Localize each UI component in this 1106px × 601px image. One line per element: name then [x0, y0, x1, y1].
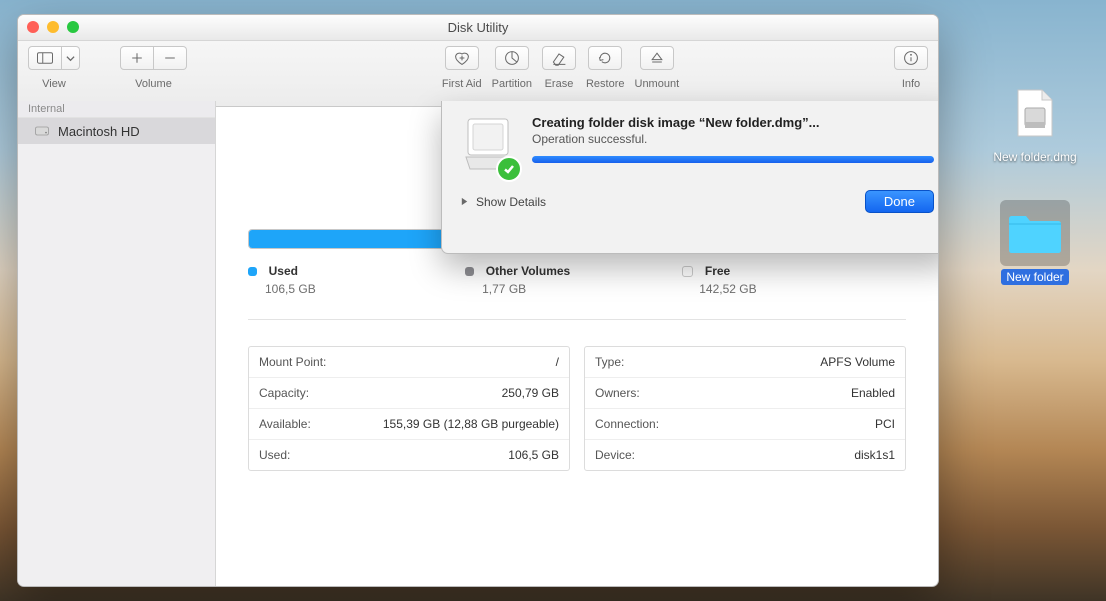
partition-icon [503, 50, 521, 66]
info-key: Type: [595, 355, 624, 369]
window-title: Disk Utility [448, 20, 509, 35]
toolbar-info-label: Info [902, 78, 920, 90]
drive-illustration [460, 115, 516, 176]
main-panel: 250,79 GB SHARED BY 4 VOLUMES Used 106,5… [216, 101, 938, 586]
toolbar-unmount-label: Unmount [635, 78, 680, 90]
sheet-title: Creating folder disk image “New folder.d… [532, 115, 934, 130]
sidebar-section-internal: Internal [18, 101, 215, 118]
internal-disk-icon [34, 123, 50, 139]
toolbar-first-aid-label: First Aid [442, 78, 482, 90]
volume-remove-button[interactable] [154, 46, 187, 70]
desktop-item-folder[interactable]: New folder [990, 200, 1080, 284]
info-button[interactable] [894, 46, 928, 70]
toolbar-partition-label: Partition [492, 78, 532, 90]
sidebar: Internal Macintosh HD [18, 101, 216, 586]
divider [248, 319, 906, 320]
info-table-right: Type: APFS Volume Owners: Enabled Connecti… [584, 346, 906, 471]
sheet-subtitle: Operation successful. [532, 132, 934, 146]
toolbar-erase-label: Erase [545, 78, 574, 90]
legend-used-value: 106,5 GB [265, 282, 465, 296]
progress-sheet: Creating folder disk image “New folder.d… [441, 101, 939, 254]
info-key: Connection: [595, 417, 659, 431]
info-val: disk1s1 [854, 448, 895, 462]
info-table-left: Mount Point: / Capacity: 250,79 GB Availab… [248, 346, 570, 471]
info-key: Capacity: [259, 386, 309, 400]
erase-icon [550, 50, 568, 66]
chevron-down-icon [66, 54, 75, 63]
legend-dot-other [465, 267, 474, 276]
unmount-button[interactable] [640, 46, 674, 70]
info-val: Enabled [851, 386, 895, 400]
info-val: PCI [875, 417, 895, 431]
volume-add-button[interactable] [120, 46, 154, 70]
partition-button[interactable] [495, 46, 529, 70]
info-icon [902, 50, 920, 66]
info-key: Mount Point: [259, 355, 326, 369]
toolbar-view-label: View [42, 78, 66, 90]
desktop-item-folder-label: New folder [1001, 269, 1068, 285]
restore-button[interactable] [588, 46, 622, 70]
eject-icon [648, 50, 666, 66]
sidebar-item-macintosh-hd[interactable]: Macintosh HD [18, 118, 215, 144]
window-zoom-button[interactable] [67, 21, 79, 33]
erase-button[interactable] [542, 46, 576, 70]
legend-other-label: Other Volumes [486, 264, 570, 278]
legend-dot-free [682, 266, 693, 277]
info-key: Used: [259, 448, 290, 462]
info-key: Owners: [595, 386, 640, 400]
info-val: / [556, 355, 559, 369]
sidebar-item-label: Macintosh HD [58, 124, 140, 139]
done-button[interactable]: Done [865, 190, 934, 213]
view-button[interactable] [28, 46, 62, 70]
dmg-file-icon [1014, 88, 1056, 138]
sidebar-layout-icon [36, 50, 54, 66]
info-key: Device: [595, 448, 635, 462]
titlebar: Disk Utility [18, 15, 938, 41]
legend-free-label: Free [705, 264, 730, 278]
info-val: 250,79 GB [502, 386, 559, 400]
legend-other-value: 1,77 GB [482, 282, 682, 296]
info-key: Available: [259, 417, 311, 431]
legend-used-label: Used [269, 264, 298, 278]
window-minimize-button[interactable] [47, 21, 59, 33]
restore-icon [596, 50, 614, 66]
folder-icon [1006, 210, 1064, 256]
legend-free-value: 142,52 GB [699, 282, 899, 296]
progress-bar [532, 156, 934, 163]
info-val: 155,39 GB (12,88 GB purgeable) [383, 417, 559, 431]
desktop-item-dmg[interactable]: New folder.dmg [990, 80, 1080, 164]
info-val: APFS Volume [820, 355, 895, 369]
toolbar-restore-label: Restore [586, 78, 625, 90]
show-details-toggle[interactable]: Show Details [460, 195, 546, 209]
success-badge-icon [496, 156, 522, 182]
first-aid-button[interactable] [445, 46, 479, 70]
plus-icon [128, 50, 146, 66]
toolbar-volume-label: Volume [135, 78, 172, 90]
disclosure-triangle-icon [460, 197, 469, 206]
toolbar: View Volume [18, 41, 938, 107]
show-details-label: Show Details [476, 195, 546, 209]
minus-icon [161, 50, 179, 66]
info-val: 106,5 GB [508, 448, 559, 462]
window-close-button[interactable] [27, 21, 39, 33]
view-menu-button[interactable] [62, 46, 80, 70]
legend-dot-used [248, 267, 257, 276]
disk-utility-window: Disk Utility View [17, 14, 939, 587]
first-aid-icon [453, 50, 471, 66]
desktop-item-dmg-label: New folder.dmg [993, 150, 1076, 164]
